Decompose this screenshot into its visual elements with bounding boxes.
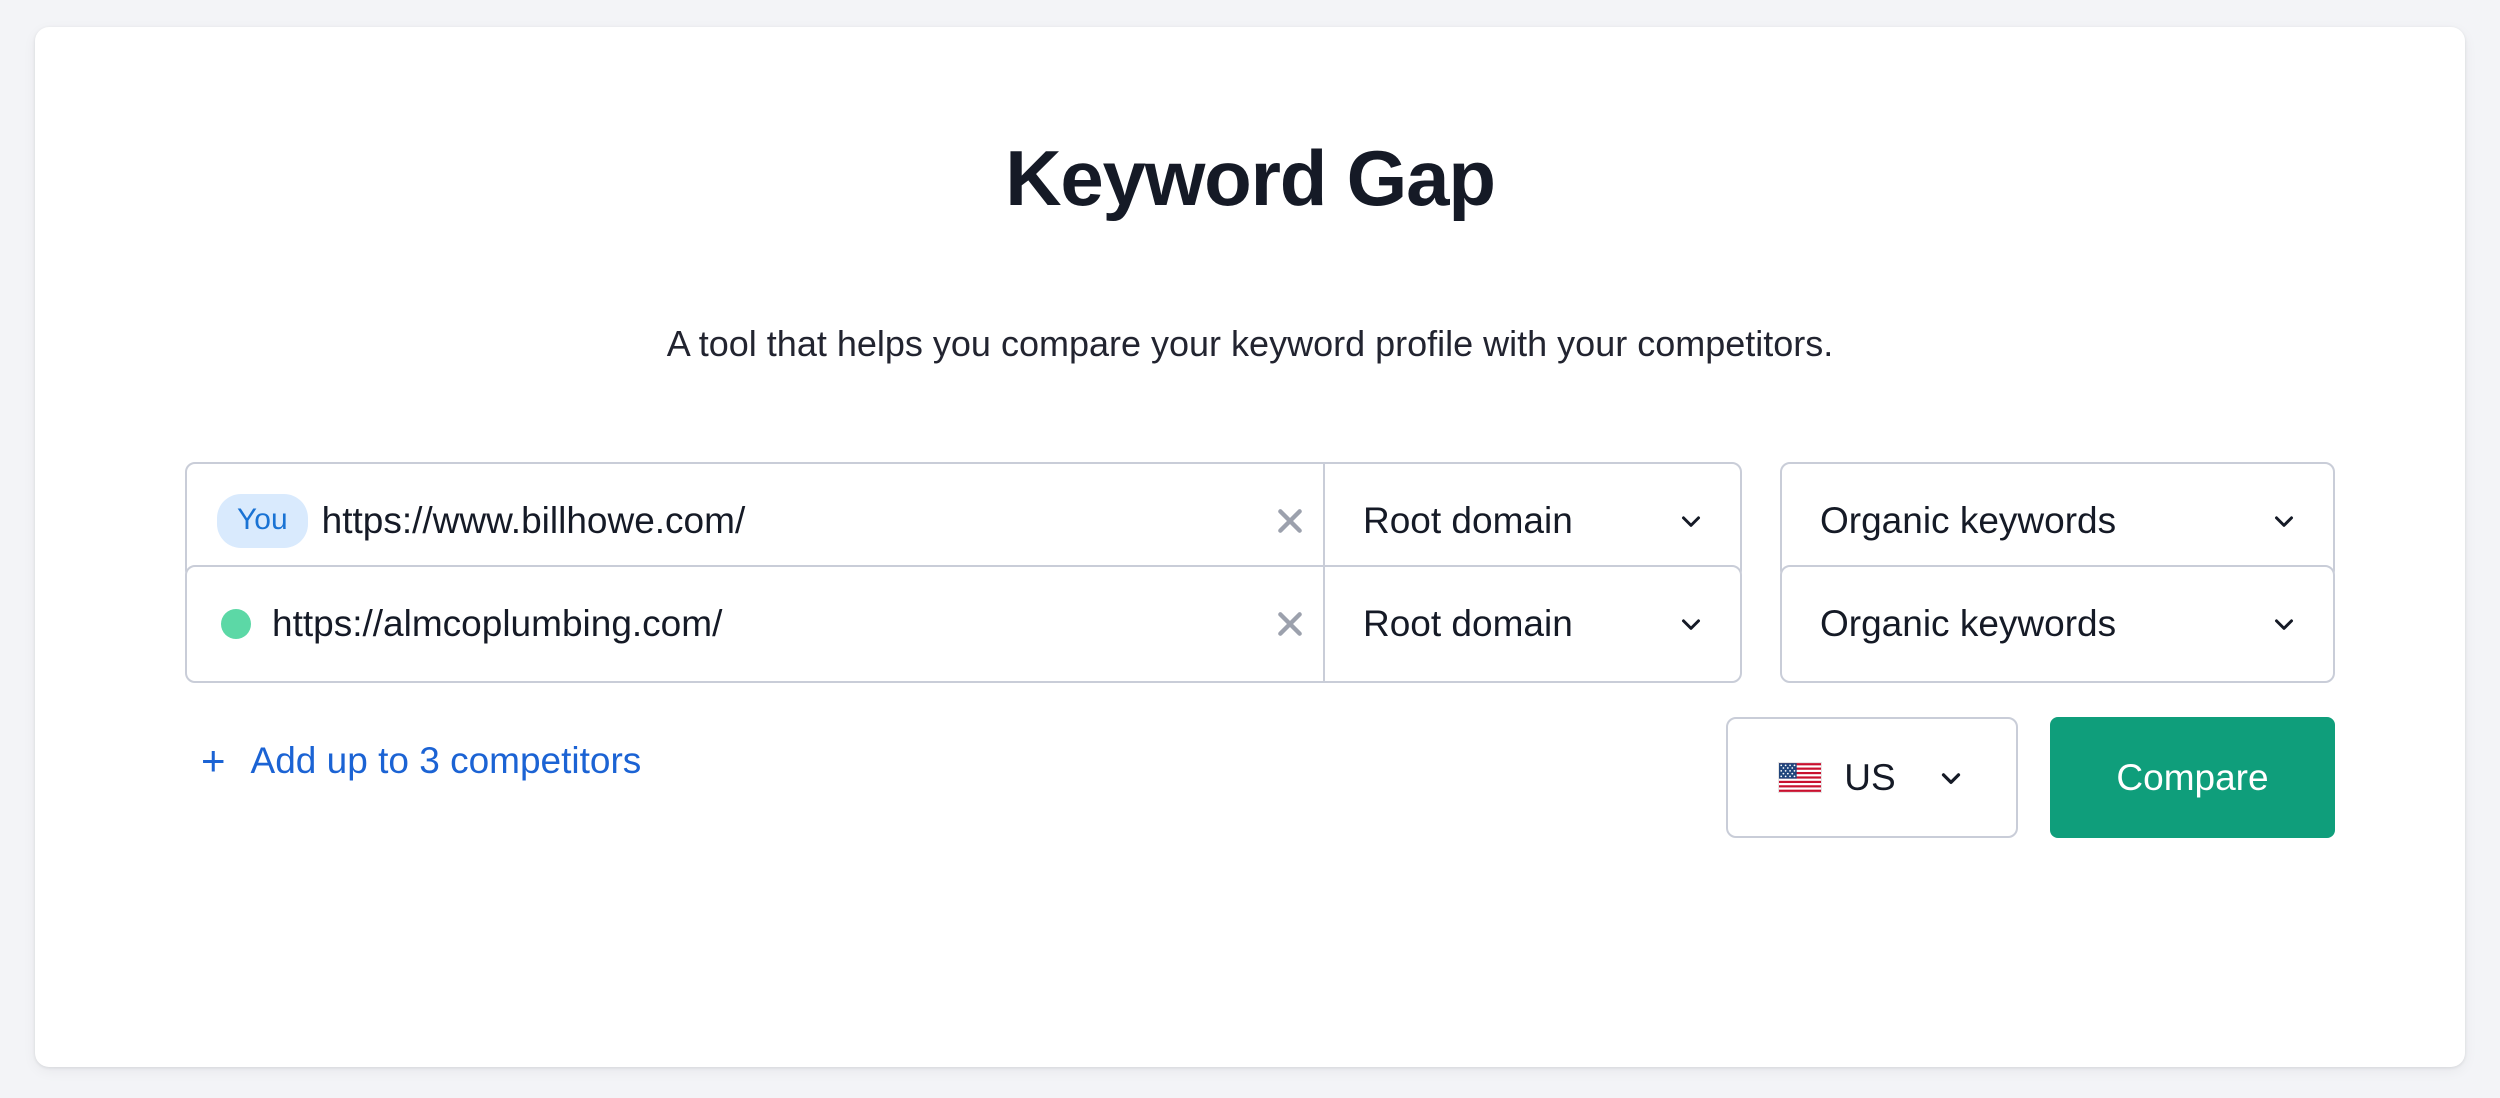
metric-select-1[interactable]: Organic keywords: [1780, 462, 2335, 580]
url-input-group-2: https://almcoplumbing.com/ Root domain: [185, 565, 1742, 683]
scope-select-1[interactable]: Root domain: [1325, 464, 1740, 578]
country-select[interactable]: US: [1726, 717, 2018, 838]
card-footer: + Add up to 3 competitors US Compare: [185, 717, 2335, 842]
chevron-down-icon: [1682, 516, 1700, 527]
url-value-2: https://almcoplumbing.com/: [272, 603, 723, 644]
competitor-row: https://almcoplumbing.com/ Root domain O…: [185, 565, 2335, 683]
green-dot-icon: [221, 609, 251, 639]
add-competitors-button[interactable]: + Add up to 3 competitors: [201, 739, 641, 783]
keyword-gap-card: Keyword Gap A tool that helps you compar…: [35, 27, 2465, 1067]
competitor-row: You https://www.billhowe.com/ Root domai…: [185, 462, 2335, 580]
close-icon: [1278, 509, 1302, 533]
add-competitors-label: Add up to 3 competitors: [250, 740, 642, 781]
page-root: Keyword Gap A tool that helps you compar…: [0, 0, 2500, 1098]
chevron-down-icon: [1941, 772, 1960, 784]
clear-url-button-1[interactable]: [1257, 464, 1323, 578]
plus-icon: +: [201, 737, 226, 784]
country-label: US: [1844, 756, 1896, 798]
chevron-down-icon: [2275, 516, 2293, 527]
compare-button[interactable]: Compare: [2050, 717, 2335, 838]
page-title: Keyword Gap: [1005, 134, 1496, 222]
scope-select-label-2: Root domain: [1363, 603, 1573, 644]
chevron-down-icon: [1682, 619, 1700, 630]
url-input-1[interactable]: You https://www.billhowe.com/: [187, 464, 1257, 578]
scope-select-label-1: Root domain: [1363, 500, 1573, 541]
metric-select-2[interactable]: Organic keywords: [1780, 565, 2335, 683]
close-icon: [1278, 612, 1302, 636]
scope-select-2[interactable]: Root domain: [1325, 567, 1740, 681]
page-subtitle: A tool that helps you compare your keywo…: [666, 323, 1834, 364]
url-value-1: https://www.billhowe.com/: [321, 500, 746, 541]
metric-select-label-1: Organic keywords: [1820, 500, 2117, 541]
clear-url-button-2[interactable]: [1257, 567, 1323, 681]
url-input-group-1: You https://www.billhowe.com/ Root domai…: [185, 462, 1742, 580]
chevron-down-icon: [2275, 619, 2293, 630]
us-flag-icon: [1778, 762, 1823, 793]
url-input-2[interactable]: https://almcoplumbing.com/: [187, 567, 1257, 681]
metric-select-label-2: Organic keywords: [1820, 603, 2117, 644]
you-badge: You: [217, 494, 308, 548]
